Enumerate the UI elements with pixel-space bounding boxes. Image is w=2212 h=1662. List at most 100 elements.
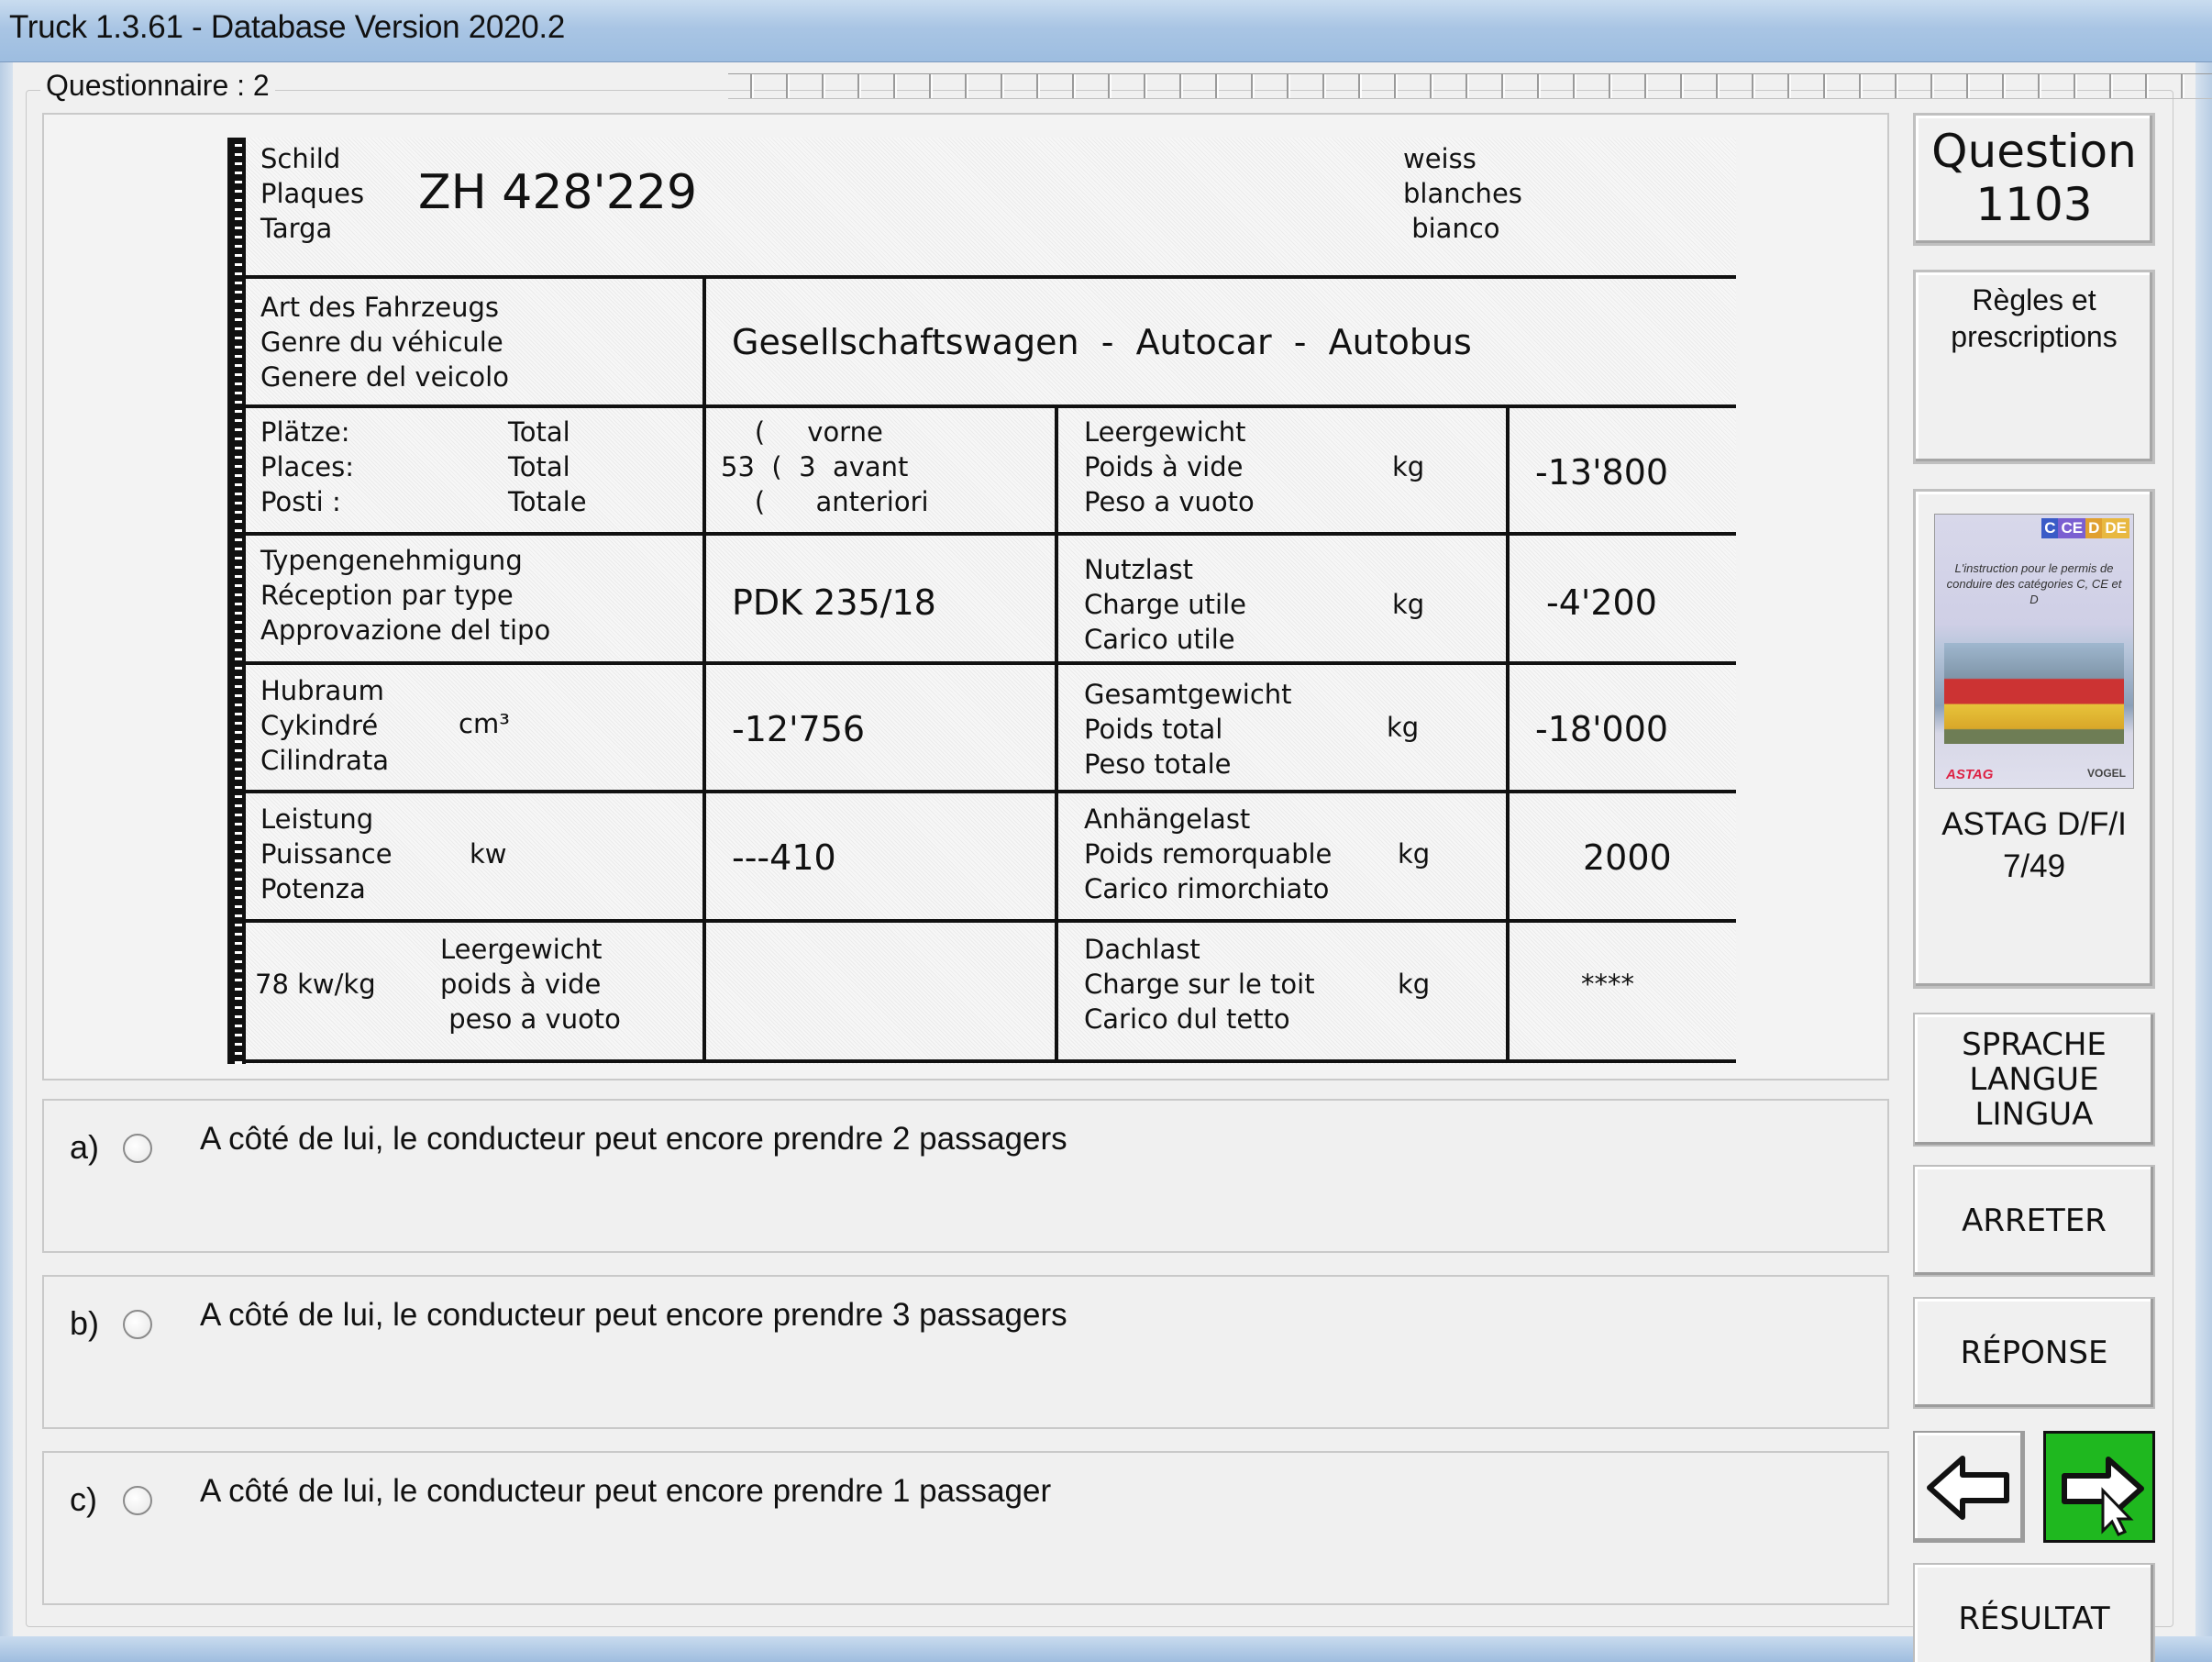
book-publisher-logos: ASTAG VOGEL bbox=[1946, 767, 2126, 782]
answer-radio-c[interactable] bbox=[123, 1486, 152, 1515]
power-value: ---410 bbox=[732, 837, 836, 878]
book-caption-title: ASTAG D/F/I bbox=[1941, 806, 2127, 842]
book-subtitle: L'instruction pour le permis de conduire… bbox=[1946, 561, 2122, 606]
question-number-box: Question 1103 bbox=[1913, 113, 2155, 246]
window-client: Questionnaire : 2 Schild Plaques Targa Z… bbox=[13, 62, 2212, 1662]
result-label: RÉSULTAT bbox=[1958, 1601, 2110, 1637]
plate-color: weiss blanches bianco bbox=[1403, 143, 1522, 244]
stop-button[interactable]: ARRETER bbox=[1913, 1165, 2155, 1277]
grid-line bbox=[1506, 404, 1510, 1062]
language-label-fr: LANGUE bbox=[1969, 1061, 2099, 1098]
book-cover-image: C CE D DE L'instruction pour le permis de c… bbox=[1934, 514, 2134, 789]
window-title: Truck 1.3.61 - Database Version 2020.2 bbox=[9, 9, 566, 45]
progress-ticks bbox=[728, 73, 2212, 99]
vehicle-type-labels: Art des Fahrzeugs Genre du véhicule Gene… bbox=[260, 292, 509, 393]
displacement-value: -12'756 bbox=[732, 709, 866, 749]
answer-button-label: RÉPONSE bbox=[1960, 1335, 2108, 1371]
answer-option-b[interactable]: b) A côté de lui, le conducteur peut enc… bbox=[42, 1275, 1889, 1429]
grid-line bbox=[242, 919, 1736, 923]
seats-labels: Plätze: Places: Posti : bbox=[260, 416, 354, 517]
answer-letter: c) bbox=[70, 1480, 97, 1518]
grid-line bbox=[242, 532, 1736, 536]
previous-button[interactable] bbox=[1913, 1431, 2025, 1543]
answer-text: A côté de lui, le conducteur peut encore… bbox=[200, 1121, 1067, 1157]
stop-label: ARRETER bbox=[1962, 1202, 2107, 1239]
roof-load-unit: kg bbox=[1398, 969, 1431, 1000]
rules-label-line1: Règles et bbox=[1972, 283, 2096, 316]
rules-label-line2: prescriptions bbox=[1951, 320, 2118, 353]
roof-load-value: **** bbox=[1581, 969, 1634, 1000]
arrow-left-icon bbox=[1927, 1456, 2009, 1520]
trailer-load-unit: kg bbox=[1398, 838, 1431, 870]
window-frame-bottom bbox=[0, 1636, 2212, 1662]
vehicle-type-value: Gesellschaftswagen - Autocar - Autobus bbox=[732, 322, 1472, 362]
total-weight-value: -18'000 bbox=[1535, 709, 1669, 749]
answer-option-a[interactable]: a) A côté de lui, le conducteur peut enc… bbox=[42, 1099, 1889, 1253]
power-labels: Leistung Puissance Potenza bbox=[260, 803, 393, 904]
grid-line bbox=[242, 138, 246, 1064]
total-weight-unit: kg bbox=[1387, 712, 1420, 743]
power-ratio-label: 78 kw/kg bbox=[255, 969, 376, 1000]
grid-line bbox=[242, 661, 1736, 665]
trailer-load-labels: Anhängelast Poids remorquable Carico rim… bbox=[1084, 803, 1333, 904]
book-category-badges: C CE D DE bbox=[2041, 518, 2129, 538]
empty-weight-value: -13'800 bbox=[1535, 452, 1669, 493]
window-frame-right bbox=[2195, 62, 2212, 1662]
book-caption-page: 7/49 bbox=[2002, 848, 2066, 884]
document-perforation bbox=[227, 138, 242, 1064]
trailer-load-value: 2000 bbox=[1583, 837, 1672, 878]
reference-book-box: C CE D DE L'instruction pour le permis de c… bbox=[1913, 489, 2155, 989]
answer-letter: b) bbox=[70, 1304, 100, 1342]
plate-number: ZH 428'229 bbox=[418, 165, 698, 220]
plate-labels: Schild Plaques Targa bbox=[260, 143, 365, 244]
answer-text: A côté de lui, le conducteur peut encore… bbox=[200, 1297, 1067, 1333]
language-button[interactable]: SPRACHE LANGUE LINGUA bbox=[1913, 1013, 2155, 1147]
arrow-right-icon bbox=[2062, 1457, 2144, 1536]
power-ratio-sublabels: Leergewicht poids à vide peso a vuoto bbox=[440, 934, 621, 1035]
book-vehicle-photo bbox=[1944, 643, 2124, 744]
rules-box: Règles et prescriptions bbox=[1913, 270, 2155, 464]
questionnaire-label: Questionnaire : 2 bbox=[40, 69, 275, 103]
question-number: 1103 bbox=[1975, 178, 2093, 231]
next-button[interactable] bbox=[2043, 1431, 2155, 1543]
grid-line bbox=[1055, 404, 1058, 1062]
window-titlebar: Truck 1.3.61 - Database Version 2020.2 bbox=[0, 0, 2212, 62]
answer-option-c[interactable]: c) A côté de lui, le conducteur peut enc… bbox=[42, 1451, 1889, 1605]
vogel-logo: VOGEL bbox=[2086, 767, 2126, 780]
answer-text: A côté de lui, le conducteur peut encore… bbox=[200, 1473, 1052, 1509]
grid-line bbox=[242, 404, 1736, 408]
vehicle-registration-document: Schild Plaques Targa ZH 428'229 weiss bl… bbox=[227, 138, 1736, 1064]
seats-total: Total Total Totale bbox=[508, 416, 587, 517]
answer-radio-b[interactable] bbox=[123, 1310, 152, 1339]
answer-radio-a[interactable] bbox=[123, 1134, 152, 1163]
total-weight-labels: Gesamtgewicht Poids total Peso totale bbox=[1084, 679, 1292, 780]
grid-line bbox=[702, 275, 706, 1062]
badge-de: DE bbox=[2102, 518, 2129, 538]
grid-line bbox=[242, 1059, 1736, 1063]
question-image-panel: Schild Plaques Targa ZH 428'229 weiss bl… bbox=[42, 113, 1889, 1080]
result-button[interactable]: RÉSULTAT bbox=[1913, 1563, 2155, 1662]
question-label: Question bbox=[1931, 125, 2137, 178]
answer-letter: a) bbox=[70, 1128, 100, 1166]
badge-c: C bbox=[2041, 518, 2059, 538]
language-label-de: SPRACHE bbox=[1962, 1026, 2107, 1063]
empty-weight-unit: kg bbox=[1392, 451, 1425, 482]
answer-button[interactable]: RÉPONSE bbox=[1913, 1297, 2155, 1409]
astag-logo: ASTAG bbox=[1946, 767, 1994, 782]
displacement-labels: Hubraum Cykindré Cilindrata bbox=[260, 675, 390, 776]
displacement-unit: cm³ bbox=[459, 708, 510, 739]
seats-front: ( vorne 53 ( 3 avant ( anteriori bbox=[721, 416, 929, 517]
grid-line bbox=[242, 790, 1736, 793]
window-frame-left bbox=[0, 62, 13, 1662]
payload-labels: Nutzlast Charge utile Carico utile bbox=[1084, 554, 1246, 655]
roof-load-labels: Dachlast Charge sur le toit Carico dul t… bbox=[1084, 934, 1315, 1035]
type-approval-value: PDK 235/18 bbox=[732, 582, 936, 623]
book-caption: ASTAG D/F/I 7/49 bbox=[1916, 803, 2152, 888]
language-label-it: LINGUA bbox=[1974, 1096, 2094, 1133]
empty-weight-labels: Leergewicht Poids à vide Peso a vuoto bbox=[1084, 416, 1255, 517]
power-unit: kw bbox=[470, 838, 507, 870]
badge-d: D bbox=[2085, 518, 2103, 538]
badge-ce: CE bbox=[2058, 518, 2086, 538]
grid-line bbox=[242, 275, 1736, 279]
payload-value: -4'200 bbox=[1546, 582, 1657, 623]
